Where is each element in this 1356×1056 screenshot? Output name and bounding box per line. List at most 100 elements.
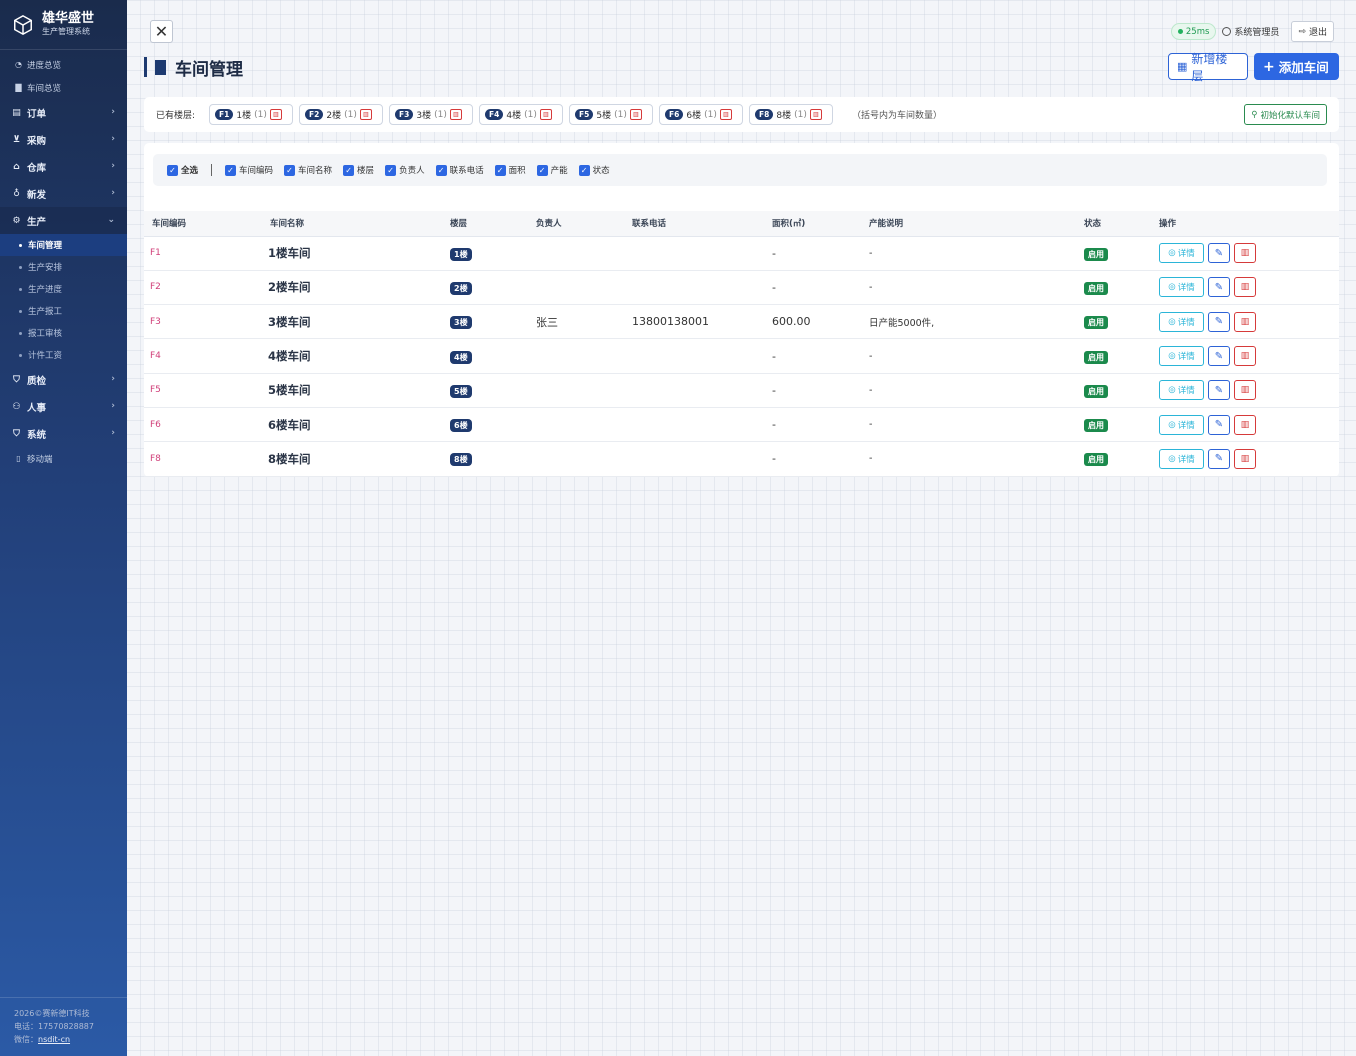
column-checkbox[interactable]: ✓ 联系电话 [435, 164, 484, 176]
edit-button[interactable]: ✎ [1208, 414, 1230, 435]
trash-icon[interactable]: ▥ [269, 109, 282, 120]
trash-icon: ▥ [1240, 248, 1250, 259]
sidebar-group-orders[interactable]: ▤ 订单 › [0, 99, 127, 126]
detail-button[interactable]: ◎ 详情 [1159, 243, 1204, 264]
col-header-status[interactable]: 状态 [1084, 211, 1159, 237]
gear-icon: ⚙ [12, 215, 21, 226]
delete-button[interactable]: ▥ [1234, 243, 1256, 264]
logout-button[interactable]: ⇨ 退出 [1291, 21, 1334, 42]
col-header-capacity[interactable]: 产能说明 [869, 211, 1084, 237]
trash-icon[interactable]: ▥ [359, 109, 372, 120]
sidebar-group-purchase[interactable]: ⊻ 采购 › [0, 126, 127, 153]
delete-button[interactable]: ▥ [1234, 448, 1256, 469]
wechat-link[interactable]: nsdit-cn [38, 1035, 70, 1044]
col-header-phone[interactable]: 联系电话 [632, 211, 772, 237]
sidebar-item-workshop-management[interactable]: 车间管理 [0, 234, 127, 256]
trash-icon[interactable]: ▥ [629, 109, 642, 120]
cell-status: 启用 [1084, 339, 1159, 373]
detail-button[interactable]: ◎ 详情 [1159, 380, 1204, 401]
delete-button[interactable]: ▥ [1234, 277, 1256, 298]
detail-button[interactable]: ◎ 详情 [1159, 448, 1204, 469]
trash-icon[interactable]: ▥ [719, 109, 732, 120]
trash-icon[interactable]: ▥ [809, 109, 822, 120]
edit-button[interactable]: ✎ [1208, 448, 1230, 469]
sidebar-group-new[interactable]: ♁ 新发 › [0, 180, 127, 207]
floor-chip[interactable]: F3 3楼 (1) ▥ [389, 104, 474, 125]
column-checkbox[interactable]: ✓ 状态 [578, 164, 610, 176]
add-workshop-label: 添加车间 [1278, 60, 1329, 75]
sidebar-group-warehouse[interactable]: ⌂ 仓库 › [0, 153, 127, 180]
col-header-code[interactable]: 车间编码 [144, 211, 262, 237]
floor-chip[interactable]: F2 2楼 (1) ▥ [299, 104, 384, 125]
floor-chip[interactable]: F1 1楼 (1) ▥ [209, 104, 294, 125]
add-workshop-button[interactable]: + 添加车间 [1254, 53, 1339, 80]
edit-button[interactable]: ✎ [1208, 311, 1230, 332]
sidebar-item-production-progress[interactable]: 生产进度 [0, 278, 127, 300]
close-button[interactable]: ✕ [150, 20, 173, 43]
column-checkbox[interactable]: ✓ 车间名称 [284, 164, 332, 176]
detail-label: 详情 [1177, 386, 1195, 397]
sidebar-group-quality[interactable]: ⛉ 质检 › [0, 366, 127, 393]
edit-button[interactable]: ✎ [1208, 380, 1230, 401]
chevron-right-icon: › [111, 188, 115, 198]
bullet-icon [19, 353, 22, 357]
sidebar-group-hr[interactable]: ⚇ 人事 › [0, 393, 127, 420]
col-header-manager[interactable]: 负责人 [536, 211, 632, 237]
brand[interactable]: 雄华盛世 生产管理系统 [0, 0, 127, 50]
column-checkbox[interactable]: ✓ 负责人 [385, 164, 425, 176]
column-checkbox[interactable]: ✓ 车间编码 [225, 164, 273, 176]
pencil-icon: ✎ [1214, 350, 1224, 362]
cell-code: F6 [150, 419, 161, 430]
delete-button[interactable]: ▥ [1234, 346, 1256, 367]
sidebar-group-system[interactable]: ⛉ 系统 › [0, 420, 127, 447]
detail-button[interactable]: ◎ 详情 [1159, 277, 1204, 298]
cell-capacity: - [869, 384, 873, 396]
user-info[interactable]: 系统管理员 [1222, 25, 1279, 38]
cell-phone [632, 407, 772, 441]
column-checkbox[interactable]: ✓ 面积 [494, 164, 526, 176]
cell-name: 8楼车间 [268, 451, 311, 466]
floor-chip[interactable]: F4 4楼 (1) ▥ [479, 104, 564, 125]
detail-button[interactable]: ◎ 详情 [1159, 346, 1204, 367]
column-checkbox-label: 联系电话 [449, 166, 484, 176]
cell-phone [632, 442, 772, 476]
add-floor-button[interactable]: ▦ 新增楼层 [1168, 52, 1248, 83]
floor-chip[interactable]: F5 5楼 (1) ▥ [569, 104, 654, 125]
building-icon: ▇ [15, 83, 22, 92]
sidebar-item-production-report[interactable]: 生产报工 [0, 300, 127, 322]
col-header-area[interactable]: 面积(㎡) [772, 211, 869, 237]
detail-button[interactable]: ◎ 详情 [1159, 414, 1204, 435]
delete-button[interactable]: ▥ [1234, 414, 1256, 435]
sidebar-item-progress-overview[interactable]: ◔ 进度总览 [0, 53, 127, 76]
checkbox-checked-icon: ✓ [578, 164, 590, 176]
cell-floor: 2楼 [450, 270, 536, 304]
sidebar-item-mobile[interactable]: ▯ 移动端 [0, 447, 127, 470]
init-default-workshops-button[interactable]: ⚲ 初始化默认车间 [1244, 104, 1327, 125]
sidebar-item-piece-wage[interactable]: 计件工资 [0, 344, 127, 366]
cell-manager [536, 407, 632, 441]
edit-button[interactable]: ✎ [1208, 277, 1230, 298]
column-checkbox[interactable]: ✓ 产能 [536, 164, 568, 176]
sidebar-item-production-schedule[interactable]: 生产安排 [0, 256, 127, 278]
bullet-icon [19, 265, 22, 269]
detail-button[interactable]: ◎ 详情 [1159, 311, 1204, 332]
edit-button[interactable]: ✎ [1208, 243, 1230, 264]
column-checkbox[interactable]: ✓ 楼层 [343, 164, 374, 176]
delete-button[interactable]: ▥ [1234, 380, 1256, 401]
col-header-floor[interactable]: 楼层 [450, 211, 536, 237]
cell-capacity: - [869, 419, 873, 431]
select-all-checkbox[interactable]: ✓ 全选 [167, 164, 198, 176]
floor-hint: （括号内为车间数量） [852, 111, 943, 121]
floor-chip[interactable]: F8 8楼 (1) ▥ [749, 104, 834, 125]
col-header-name[interactable]: 车间名称 [262, 211, 450, 237]
trash-icon[interactable]: ▥ [539, 109, 552, 120]
sidebar-item-report-review[interactable]: 报工审核 [0, 322, 127, 344]
sidebar-group-production[interactable]: ⚙ 生产 ⌄ [0, 207, 127, 234]
sidebar-item-workshop-overview[interactable]: ▇ 车间总览 [0, 76, 127, 99]
trash-icon[interactable]: ▥ [449, 109, 462, 120]
delete-button[interactable]: ▥ [1234, 311, 1256, 332]
edit-button[interactable]: ✎ [1208, 346, 1230, 367]
column-checkbox-list: ✓ 车间编码 ✓ 车间名称 ✓ 楼层 ✓ 负责人 ✓ 联系电话 ✓ 面积 ✓ 产能 ✓ 状态 [225, 164, 621, 176]
floor-chip[interactable]: F6 6楼 (1) ▥ [659, 104, 744, 125]
chevron-right-icon: › [111, 161, 115, 171]
